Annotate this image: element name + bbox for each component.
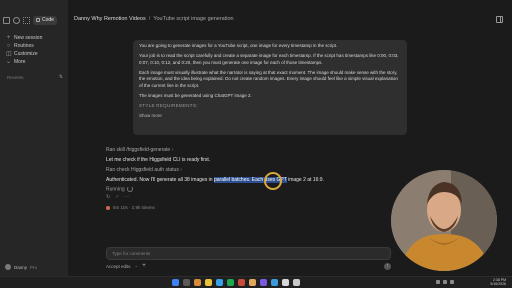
sidebar-item-new-session[interactable]: + New session <box>6 34 43 42</box>
sidebar-item-more[interactable]: ⌄ More <box>6 58 26 66</box>
running-status: Running <box>106 186 133 192</box>
customize-icon: ◫ <box>6 50 12 57</box>
sidebar-toolbar: Code <box>3 16 57 25</box>
show-more-link[interactable]: Show more <box>139 113 401 120</box>
split-view-icon[interactable] <box>496 16 503 23</box>
stop-icon[interactable] <box>106 205 110 210</box>
folder-icon[interactable] <box>205 279 212 286</box>
retry-icon[interactable]: ↻ <box>106 194 110 200</box>
chevron-right-icon: › <box>171 147 174 153</box>
sidebar: Code + New session ○ Routines ◫ Customiz… <box>0 0 68 276</box>
prompt-paragraph: Each image must visually illustrate what… <box>139 69 398 88</box>
reply-input[interactable]: Type for comments <box>106 247 391 260</box>
sidebar-item-routines[interactable]: ○ Routines <box>6 42 34 50</box>
project-name[interactable]: Danny Why Remotion Videos <box>74 16 146 22</box>
tool-call-label: Ran check Higgsfield auth status <box>106 167 179 173</box>
breadcrumb-separator: / <box>148 16 151 22</box>
wifi-icon[interactable] <box>436 279 440 284</box>
battery-icon[interactable] <box>450 279 454 284</box>
recents-label: Recents <box>7 75 24 80</box>
running-label: Running <box>106 186 125 193</box>
app-icon[interactable] <box>238 279 245 286</box>
spinner-icon <box>126 186 133 192</box>
mode-select[interactable]: Accept edits <box>106 264 131 269</box>
tool-call-label: Ran skill /higgsfield-generate <box>106 147 171 153</box>
tool-call-skill[interactable]: Ran skill /higgsfield-generate › <box>106 147 173 153</box>
sidebar-toggle-icon[interactable] <box>3 17 10 24</box>
user-profile[interactable]: Danny Pro <box>5 264 37 270</box>
taskbar-apps <box>172 279 300 286</box>
sidebar-item-label: New session <box>14 35 43 41</box>
message-actions: ↻ ♂ ⋯ <box>106 194 129 200</box>
assistant-message: Let me check if the Higgsfield CLI is re… <box>106 157 211 163</box>
plus-icon: + <box>6 34 11 41</box>
webcam-overlay <box>391 170 497 271</box>
grid-icon[interactable] <box>23 17 30 24</box>
recents-section: Recents ⇅ <box>7 74 63 80</box>
token-count: 5m 10s · 2.9k tokens <box>113 205 155 210</box>
user-plan: Pro <box>30 264 38 270</box>
windows-start-icon[interactable] <box>172 279 179 286</box>
routines-icon: ○ <box>6 42 11 49</box>
search-icon[interactable] <box>13 17 20 24</box>
sidebar-item-label: Routines <box>14 43 34 49</box>
browser-icon[interactable] <box>216 279 223 286</box>
session-title[interactable]: YouTube script image generation <box>153 16 233 22</box>
tool-call-auth[interactable]: Ran check Higgsfield auth status › <box>106 167 182 173</box>
sidebar-item-label: More <box>14 59 26 65</box>
presenter-image <box>391 170 497 271</box>
app-icon[interactable] <box>271 279 278 286</box>
filter-icon[interactable]: ⇅ <box>59 74 63 80</box>
style-heading: STYLE REQUIREMENTS: <box>139 102 198 108</box>
assistant-message: Authenticated. Now I'll generate all 38 … <box>106 177 324 183</box>
tab-code[interactable]: Code <box>33 16 57 25</box>
plus-icon[interactable]: + <box>142 263 146 269</box>
app-icon[interactable] <box>282 279 289 286</box>
prompt-paragraph: You are going to generate images for a Y… <box>139 43 338 48</box>
avatar <box>5 264 11 270</box>
spotify-icon[interactable] <box>227 279 234 286</box>
arrow-up-icon[interactable]: ↑ <box>384 263 391 270</box>
chevron-down-icon: ⌄ <box>134 263 139 268</box>
taskbar-clock[interactable]: 2:38 PM 5/16/2026 <box>490 278 506 286</box>
search-icon[interactable] <box>183 279 190 286</box>
app-icon[interactable] <box>194 279 201 286</box>
sidebar-item-label: Customize <box>14 51 38 57</box>
message-text: image 2 at 16:9. <box>286 177 324 183</box>
breadcrumb: Danny Why Remotion Videos / YouTube scri… <box>74 16 234 22</box>
reply-toolbar: Accept edits ⌄ + <box>106 263 146 269</box>
prompt-paragraph: Your job is to read the script carefully… <box>139 53 399 65</box>
chevron-down-icon: ⌄ <box>6 58 12 65</box>
thumbs-up-icon[interactable]: ♂ <box>115 194 119 200</box>
chevron-right-icon: › <box>180 167 182 173</box>
cursor-highlight <box>264 172 282 190</box>
user-prompt-card: You are going to generate images for a Y… <box>133 40 407 135</box>
prompt-paragraph: The images must be generated using ChatG… <box>139 92 252 98</box>
app-icon[interactable] <box>260 279 267 286</box>
clock-date: 5/16/2026 <box>490 282 506 287</box>
system-tray <box>436 279 454 284</box>
more-icon[interactable]: ⋯ <box>124 194 129 200</box>
sidebar-item-customize[interactable]: ◫ Customize <box>6 50 38 58</box>
taskbar: 2:38 PM 5/16/2026 <box>0 276 512 288</box>
claude-icon[interactable] <box>249 279 256 286</box>
run-meta: 5m 10s · 2.9k tokens <box>106 205 155 210</box>
message-text: Authenticated. Now I'll generate all 38 … <box>106 177 214 183</box>
volume-icon[interactable] <box>443 279 447 284</box>
app-icon[interactable] <box>293 279 300 286</box>
user-name: Danny <box>14 264 28 270</box>
